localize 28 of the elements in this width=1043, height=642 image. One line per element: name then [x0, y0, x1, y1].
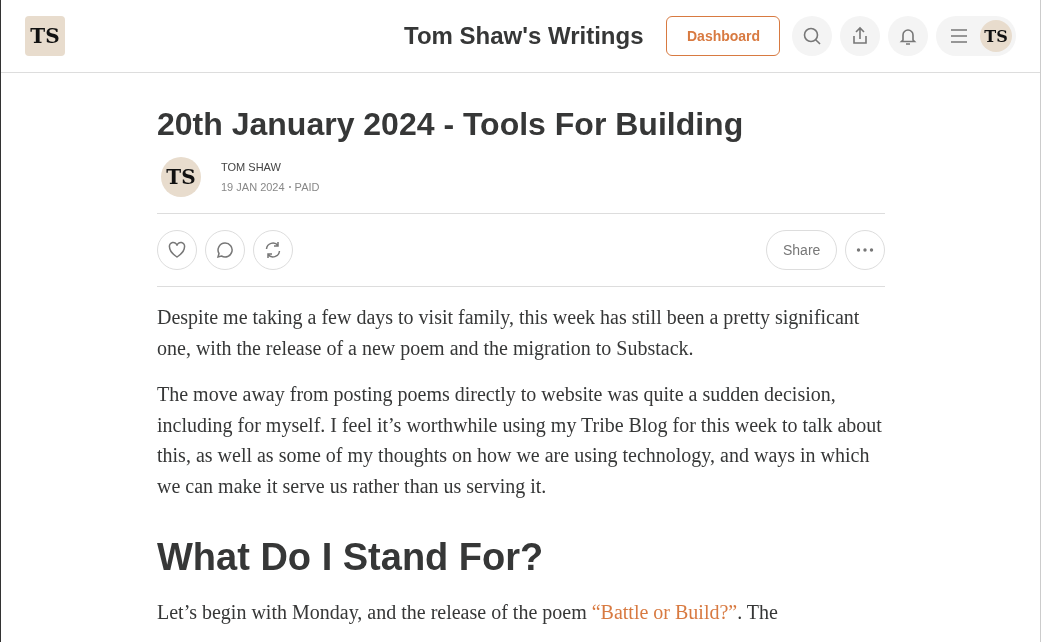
avatar: TS [980, 20, 1012, 52]
search-icon [802, 26, 822, 46]
paragraph: The move away from posting poems directly to website was quite a sudden decision, including for myself. I feel it’s worthwhile using my Tribe Blog for this week to talk about this, as well as some of my thoughts on how we are using technology, and ways in which we can make it serve us rather than us serving it. [157, 382, 883, 500]
publication-title[interactable]: Tom Shaw's Writings [404, 22, 644, 50]
paragraph: Let’s begin with Monday, and the release of the poem “Battle or Build?”. The [157, 600, 779, 626]
post-title: 20th January 2024 - Tools For Building [157, 105, 745, 144]
bell-icon [898, 26, 918, 46]
post-date: 19 JAN 2024 [221, 181, 285, 194]
access-label: PAID [294, 181, 320, 194]
section-heading: What Do I Stand For? [157, 535, 545, 581]
paragraph: Despite me taking a few days to visit family, this week has still been a pretty significant one, with the release of a new poem and the migration to Substack. [157, 305, 861, 362]
comment-button[interactable] [205, 230, 245, 271]
restack-button[interactable] [253, 230, 293, 271]
ellipsis-icon [856, 248, 874, 253]
menu-icon [950, 29, 968, 43]
like-button[interactable] [157, 230, 197, 271]
notifications-button[interactable] [888, 16, 928, 56]
search-button[interactable] [792, 16, 832, 56]
upload-icon [850, 26, 870, 46]
share-button[interactable]: Share [766, 230, 837, 271]
heart-icon [167, 240, 187, 261]
account-menu[interactable]: TS [936, 16, 1016, 56]
logo[interactable]: TS [25, 16, 65, 56]
author-avatar[interactable]: TS [161, 157, 201, 198]
author-name[interactable]: TOM SHAW [221, 161, 320, 174]
speech-bubble-icon [215, 240, 235, 261]
refresh-icon [263, 240, 283, 261]
share-button[interactable] [840, 16, 880, 56]
